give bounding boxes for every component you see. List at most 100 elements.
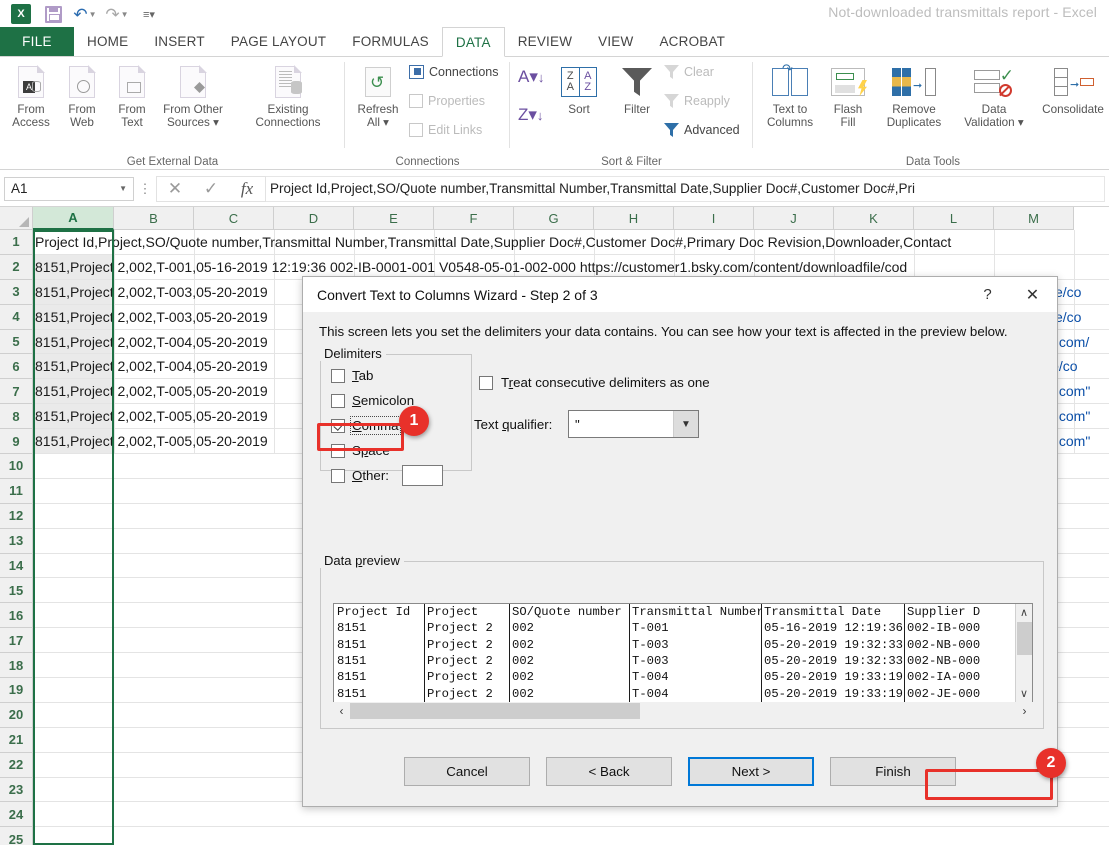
text-to-columns-button[interactable]: ↷ Text to Columns [757,61,823,129]
delimiter-semicolon-checkbox[interactable]: Semicolon [321,388,471,413]
formula-input[interactable]: Project Id,Project,SO/Quote number,Trans… [266,175,1105,202]
grid-row-25[interactable] [33,827,1109,845]
tab-review[interactable]: REVIEW [505,27,585,56]
row-header-4[interactable]: 4 [0,304,33,330]
flash-fill-button[interactable]: Flash Fill [823,61,873,129]
row-header-17[interactable]: 17 [0,628,33,654]
sort-descending-icon[interactable]: Z▾↓ [518,105,543,125]
redo-icon[interactable]: ↷ ▼ [102,2,132,26]
customize-qat-icon[interactable]: ≡▾ [134,2,164,26]
column-header-b[interactable]: B [114,207,194,230]
undo-icon[interactable]: ↶ ▼ [70,2,100,26]
row-header-14[interactable]: 14 [0,553,33,579]
name-box-chevron-down-icon[interactable]: ▼ [119,184,127,193]
other-delimiter-input[interactable] [401,465,443,486]
back-button[interactable]: < Back [546,757,672,786]
row-header-16[interactable]: 16 [0,603,33,629]
from-access-button[interactable]: A From Access [2,61,60,129]
row-header-24[interactable]: 24 [0,802,33,828]
row-header-9[interactable]: 9 [0,429,33,455]
select-all-corner[interactable] [0,207,33,230]
insert-function-icon[interactable]: fx [229,177,265,201]
row-header-5[interactable]: 5 [0,329,33,355]
column-header-k[interactable]: K [834,207,914,230]
column-header-i[interactable]: I [674,207,754,230]
row-header-12[interactable]: 12 [0,503,33,529]
tab-view[interactable]: VIEW [585,27,646,56]
delimiter-space-checkbox[interactable]: Space [321,438,471,463]
row-header-8[interactable]: 8 [0,404,33,430]
save-icon[interactable] [38,2,68,26]
column-header-g[interactable]: G [514,207,594,230]
existing-connections-button[interactable]: Existing Connections [240,61,336,129]
row-header-19[interactable]: 19 [0,678,33,703]
row-header-21[interactable]: 21 [0,727,33,753]
preview-column-separator[interactable] [629,604,630,702]
column-header-e[interactable]: E [354,207,434,230]
preview-column-separator[interactable] [761,604,762,702]
row-header-7[interactable]: 7 [0,379,33,405]
tab-data[interactable]: DATA [441,27,505,57]
tab-insert[interactable]: INSERT [141,27,217,56]
preview-vscroll-thumb[interactable] [1017,622,1032,655]
sort-ascending-icon[interactable]: A▾↓ [518,67,544,87]
row-header-6[interactable]: 6 [0,354,33,380]
treat-consecutive-checkbox[interactable]: Treat consecutive delimiters as one [479,375,710,390]
preview-column-separator[interactable] [904,604,905,702]
finish-button[interactable]: Finish [830,757,956,786]
row-header-1[interactable]: 1 [0,230,33,255]
column-header-c[interactable]: C [194,207,274,230]
preview-scroll-right-icon[interactable]: › [1016,704,1033,718]
preview-column-separator[interactable] [424,604,425,702]
row-header-10[interactable]: 10 [0,454,33,479]
name-box[interactable]: A1 ▼ [4,176,134,201]
preview-scroll-up-icon[interactable]: ∧ [1016,604,1032,621]
remove-duplicates-button[interactable]: ➞ Remove Duplicates [873,61,955,129]
refresh-all-button[interactable]: ↺ Refresh All ▾ [349,61,407,129]
preview-hscroll-thumb[interactable] [350,703,640,719]
row-header-2[interactable]: 2 [0,254,33,280]
connections-button[interactable]: Connections [409,65,499,79]
cancel-formula-icon[interactable]: ✕ [157,177,193,201]
advanced-button[interactable]: Advanced [664,123,740,137]
close-icon[interactable]: ✕ [1010,278,1055,312]
next-button[interactable]: Next > [688,757,814,786]
delimiter-other-checkbox[interactable]: Other: [321,463,471,488]
filter-button[interactable]: Filter [608,61,666,116]
tab-page-layout[interactable]: PAGE LAYOUT [218,27,339,56]
delimiter-tab-checkbox[interactable]: Tab [321,363,471,388]
preview-scroll-left-icon[interactable]: ‹ [333,704,350,718]
row-header-25[interactable]: 25 [0,827,33,845]
cancel-button[interactable]: Cancel [404,757,530,786]
preview-column-separator[interactable] [509,604,510,702]
tab-acrobat[interactable]: ACROBAT [646,27,738,56]
enter-formula-icon[interactable]: ✓ [193,177,229,201]
tab-formulas[interactable]: FORMULAS [339,27,442,56]
column-header-m[interactable]: M [994,207,1074,230]
delimiter-comma-checkbox[interactable]: Comma [321,413,471,438]
preview-vertical-scrollbar[interactable]: ∧ ∨ [1015,604,1032,702]
column-header-h[interactable]: H [594,207,674,230]
preview-scroll-down-icon[interactable]: ∨ [1016,685,1032,702]
chevron-down-icon[interactable]: ▼ [673,411,698,437]
row-header-20[interactable]: 20 [0,702,33,728]
column-header-f[interactable]: F [434,207,514,230]
tab-home[interactable]: HOME [74,27,141,56]
row-header-13[interactable]: 13 [0,528,33,554]
column-header-a[interactable]: A [33,207,114,230]
text-qualifier-combobox[interactable]: " ▼ [568,410,699,438]
row-header-15[interactable]: 15 [0,578,33,604]
consolidate-button[interactable]: ➞ Consolidate [1035,61,1109,116]
row-header-18[interactable]: 18 [0,653,33,679]
grid-row-1[interactable]: Project Id,Project,SO/Quote number,Trans… [33,230,1109,255]
tab-file[interactable]: FILE [0,27,74,56]
column-header-d[interactable]: D [274,207,354,230]
row-header-11[interactable]: 11 [0,478,33,504]
sort-button[interactable]: ZA AZ Sort [550,61,608,116]
column-header-l[interactable]: L [914,207,994,230]
row-header-3[interactable]: 3 [0,279,33,305]
row-header-23[interactable]: 23 [0,777,33,803]
help-icon[interactable]: ? [965,278,1010,312]
preview-horizontal-scrollbar[interactable]: ‹ › [333,702,1033,720]
data-validation-button[interactable]: ✓ Data Validation ▾ [957,61,1031,129]
